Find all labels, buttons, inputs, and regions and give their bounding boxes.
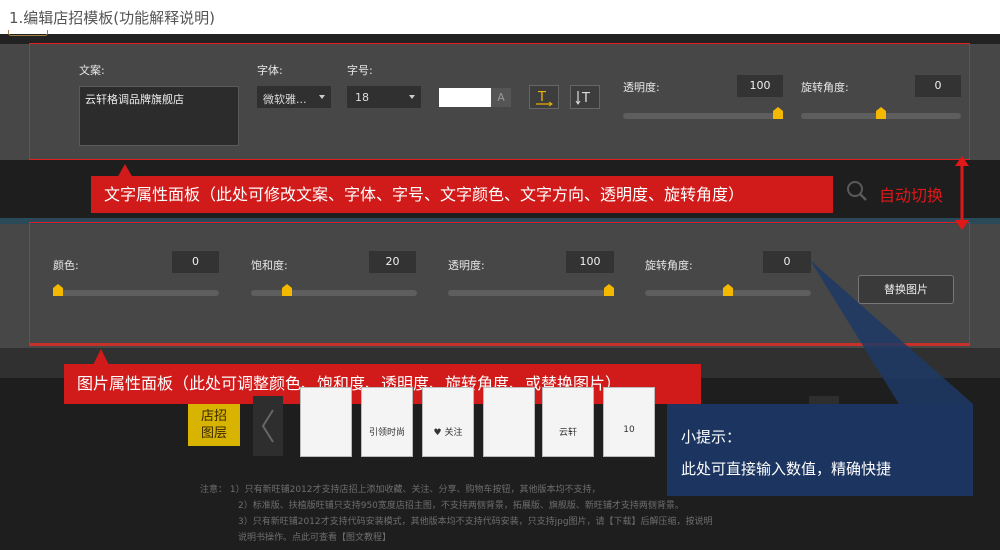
text-panel-callout: 文字属性面板（此处可修改文案、字体、字号、文字颜色、文字方向、透明度、旋转角度） [91, 176, 833, 213]
tip-title: 小提示： [681, 428, 742, 446]
tip-pointer [810, 260, 973, 404]
layer-thumbnail-label: ♥ 关注 [433, 428, 463, 438]
layer-label-line-2: 图层 [200, 426, 227, 441]
layer-thumbnail-label: 云轩 [558, 428, 577, 438]
layer-thumbnail-card[interactable]: 云轩 [542, 387, 594, 457]
note-line-2: 2）标准版、扶植版旺铺只支持950宽度店招主图，不支持两侧背景，拓展版、旗舰版、… [238, 501, 684, 511]
collapsed-tab[interactable] [8, 30, 48, 36]
page-caption: 1.编辑店招模板(功能解释说明) [9, 9, 216, 27]
layer-thumbnail-card[interactable] [300, 387, 352, 457]
zoom-icon[interactable] [846, 180, 868, 206]
layer-label-line-1: 店招 [200, 409, 227, 424]
layer-thumbnail-card[interactable]: ♥ 关注 [422, 387, 474, 457]
prev-layer-button[interactable] [253, 396, 283, 456]
shop-sign-layer-label: 店招 图层 [188, 404, 240, 446]
page-caption-bar: 1.编辑店招模板(功能解释说明) [0, 0, 1000, 34]
chevron-left-icon [261, 409, 274, 443]
layer-thumbnail-card[interactable]: 引领时尚 [361, 387, 413, 457]
text-panel-highlight [29, 43, 970, 160]
layer-thumbnail-card[interactable]: 10 [603, 387, 655, 457]
note-line-4: 说明书操作。点此可查看【图文教程】 [238, 533, 392, 543]
auto-switch-label: 自动切换 [879, 186, 944, 205]
double-arrow-icon [955, 156, 969, 230]
tip-body: 此处可直接输入数值，精确快捷 [681, 460, 892, 478]
callout-pointer [93, 349, 109, 365]
note-line-3: 3）只有新旺铺2012才支持代码安装模式，其他版本均不支持代码安装，只支持jpg… [238, 517, 713, 527]
layer-thumbnail-label: 10 [623, 425, 635, 435]
layer-thumbnail-card[interactable] [483, 387, 535, 457]
tip-box: 小提示： 此处可直接输入数值，精确快捷 [667, 404, 973, 496]
note-line-1: 注意： 1）只有新旺铺2012才支持店招上添加收藏、关注、分享、购物车按钮，其他… [200, 485, 601, 495]
layer-thumbnail-label: 引领时尚 [368, 428, 405, 438]
